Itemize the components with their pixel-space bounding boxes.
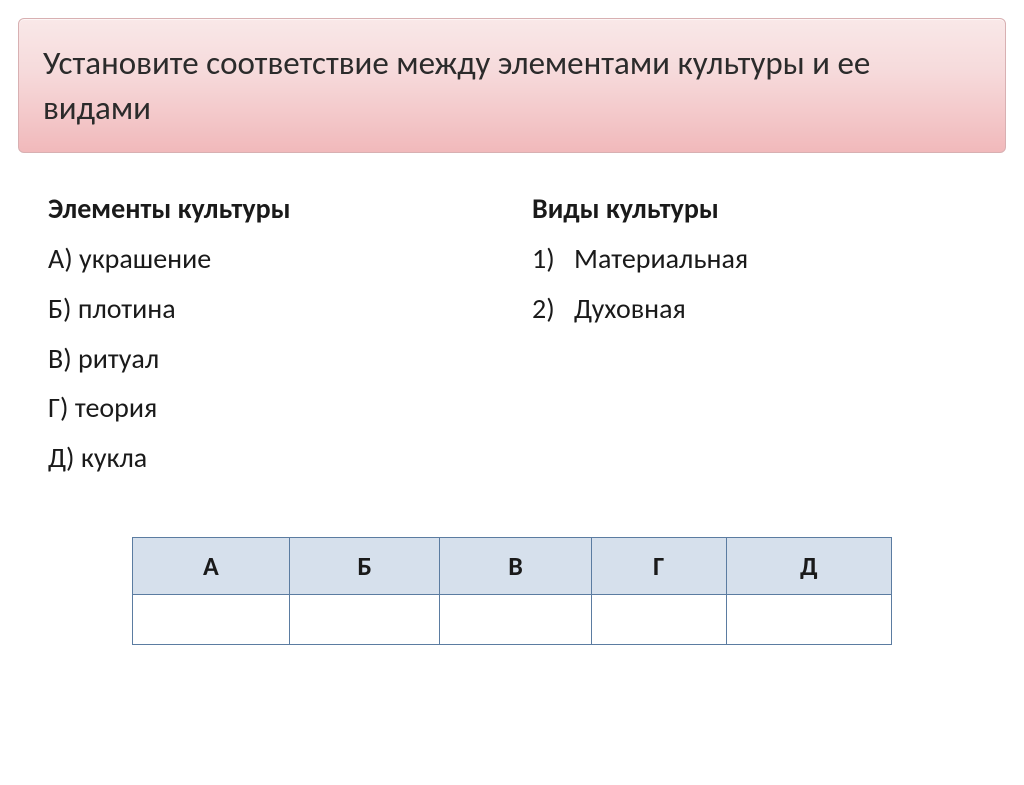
table-answer-cell[interactable] bbox=[726, 595, 891, 645]
slide: Установите соответствие между элементами… bbox=[0, 18, 1024, 785]
item-text: Материальная bbox=[574, 240, 748, 278]
left-column: Элементы культуры А) украшение Б) плотин… bbox=[48, 191, 492, 489]
table-answer-row bbox=[133, 595, 892, 645]
answer-table-container: А Б В Г Д bbox=[0, 537, 1024, 645]
content-area: Элементы культуры А) украшение Б) плотин… bbox=[0, 153, 1024, 489]
right-list: 1) Материальная 2) Духовная bbox=[532, 240, 976, 328]
left-item: Б) плотина bbox=[48, 290, 492, 328]
right-item: 1) Материальная bbox=[532, 240, 976, 278]
table-header-cell: Б bbox=[289, 538, 440, 595]
title-bar: Установите соответствие между элементами… bbox=[18, 18, 1006, 153]
table-header-cell: Д bbox=[726, 538, 891, 595]
answer-table: А Б В Г Д bbox=[132, 537, 892, 645]
left-item: Д) кукла bbox=[48, 439, 492, 477]
right-item: 2) Духовная bbox=[532, 290, 976, 328]
right-column: Виды культуры 1) Материальная 2) Духовна… bbox=[532, 191, 976, 489]
right-heading: Виды культуры bbox=[532, 191, 976, 226]
table-header-cell: А bbox=[133, 538, 290, 595]
item-number: 1) bbox=[532, 240, 574, 278]
table-answer-cell[interactable] bbox=[440, 595, 591, 645]
table-header-row: А Б В Г Д bbox=[133, 538, 892, 595]
left-item: Г) теория bbox=[48, 389, 492, 427]
table-header-cell: Г bbox=[591, 538, 726, 595]
table-answer-cell[interactable] bbox=[133, 595, 290, 645]
item-number: 2) bbox=[532, 290, 574, 328]
slide-title: Установите соответствие между элементами… bbox=[43, 41, 981, 130]
table-answer-cell[interactable] bbox=[289, 595, 440, 645]
left-item: А) украшение bbox=[48, 240, 492, 278]
table-answer-cell[interactable] bbox=[591, 595, 726, 645]
item-text: Духовная bbox=[574, 290, 686, 328]
left-heading: Элементы культуры bbox=[48, 191, 492, 226]
left-item: В) ритуал bbox=[48, 340, 492, 378]
table-header-cell: В bbox=[440, 538, 591, 595]
